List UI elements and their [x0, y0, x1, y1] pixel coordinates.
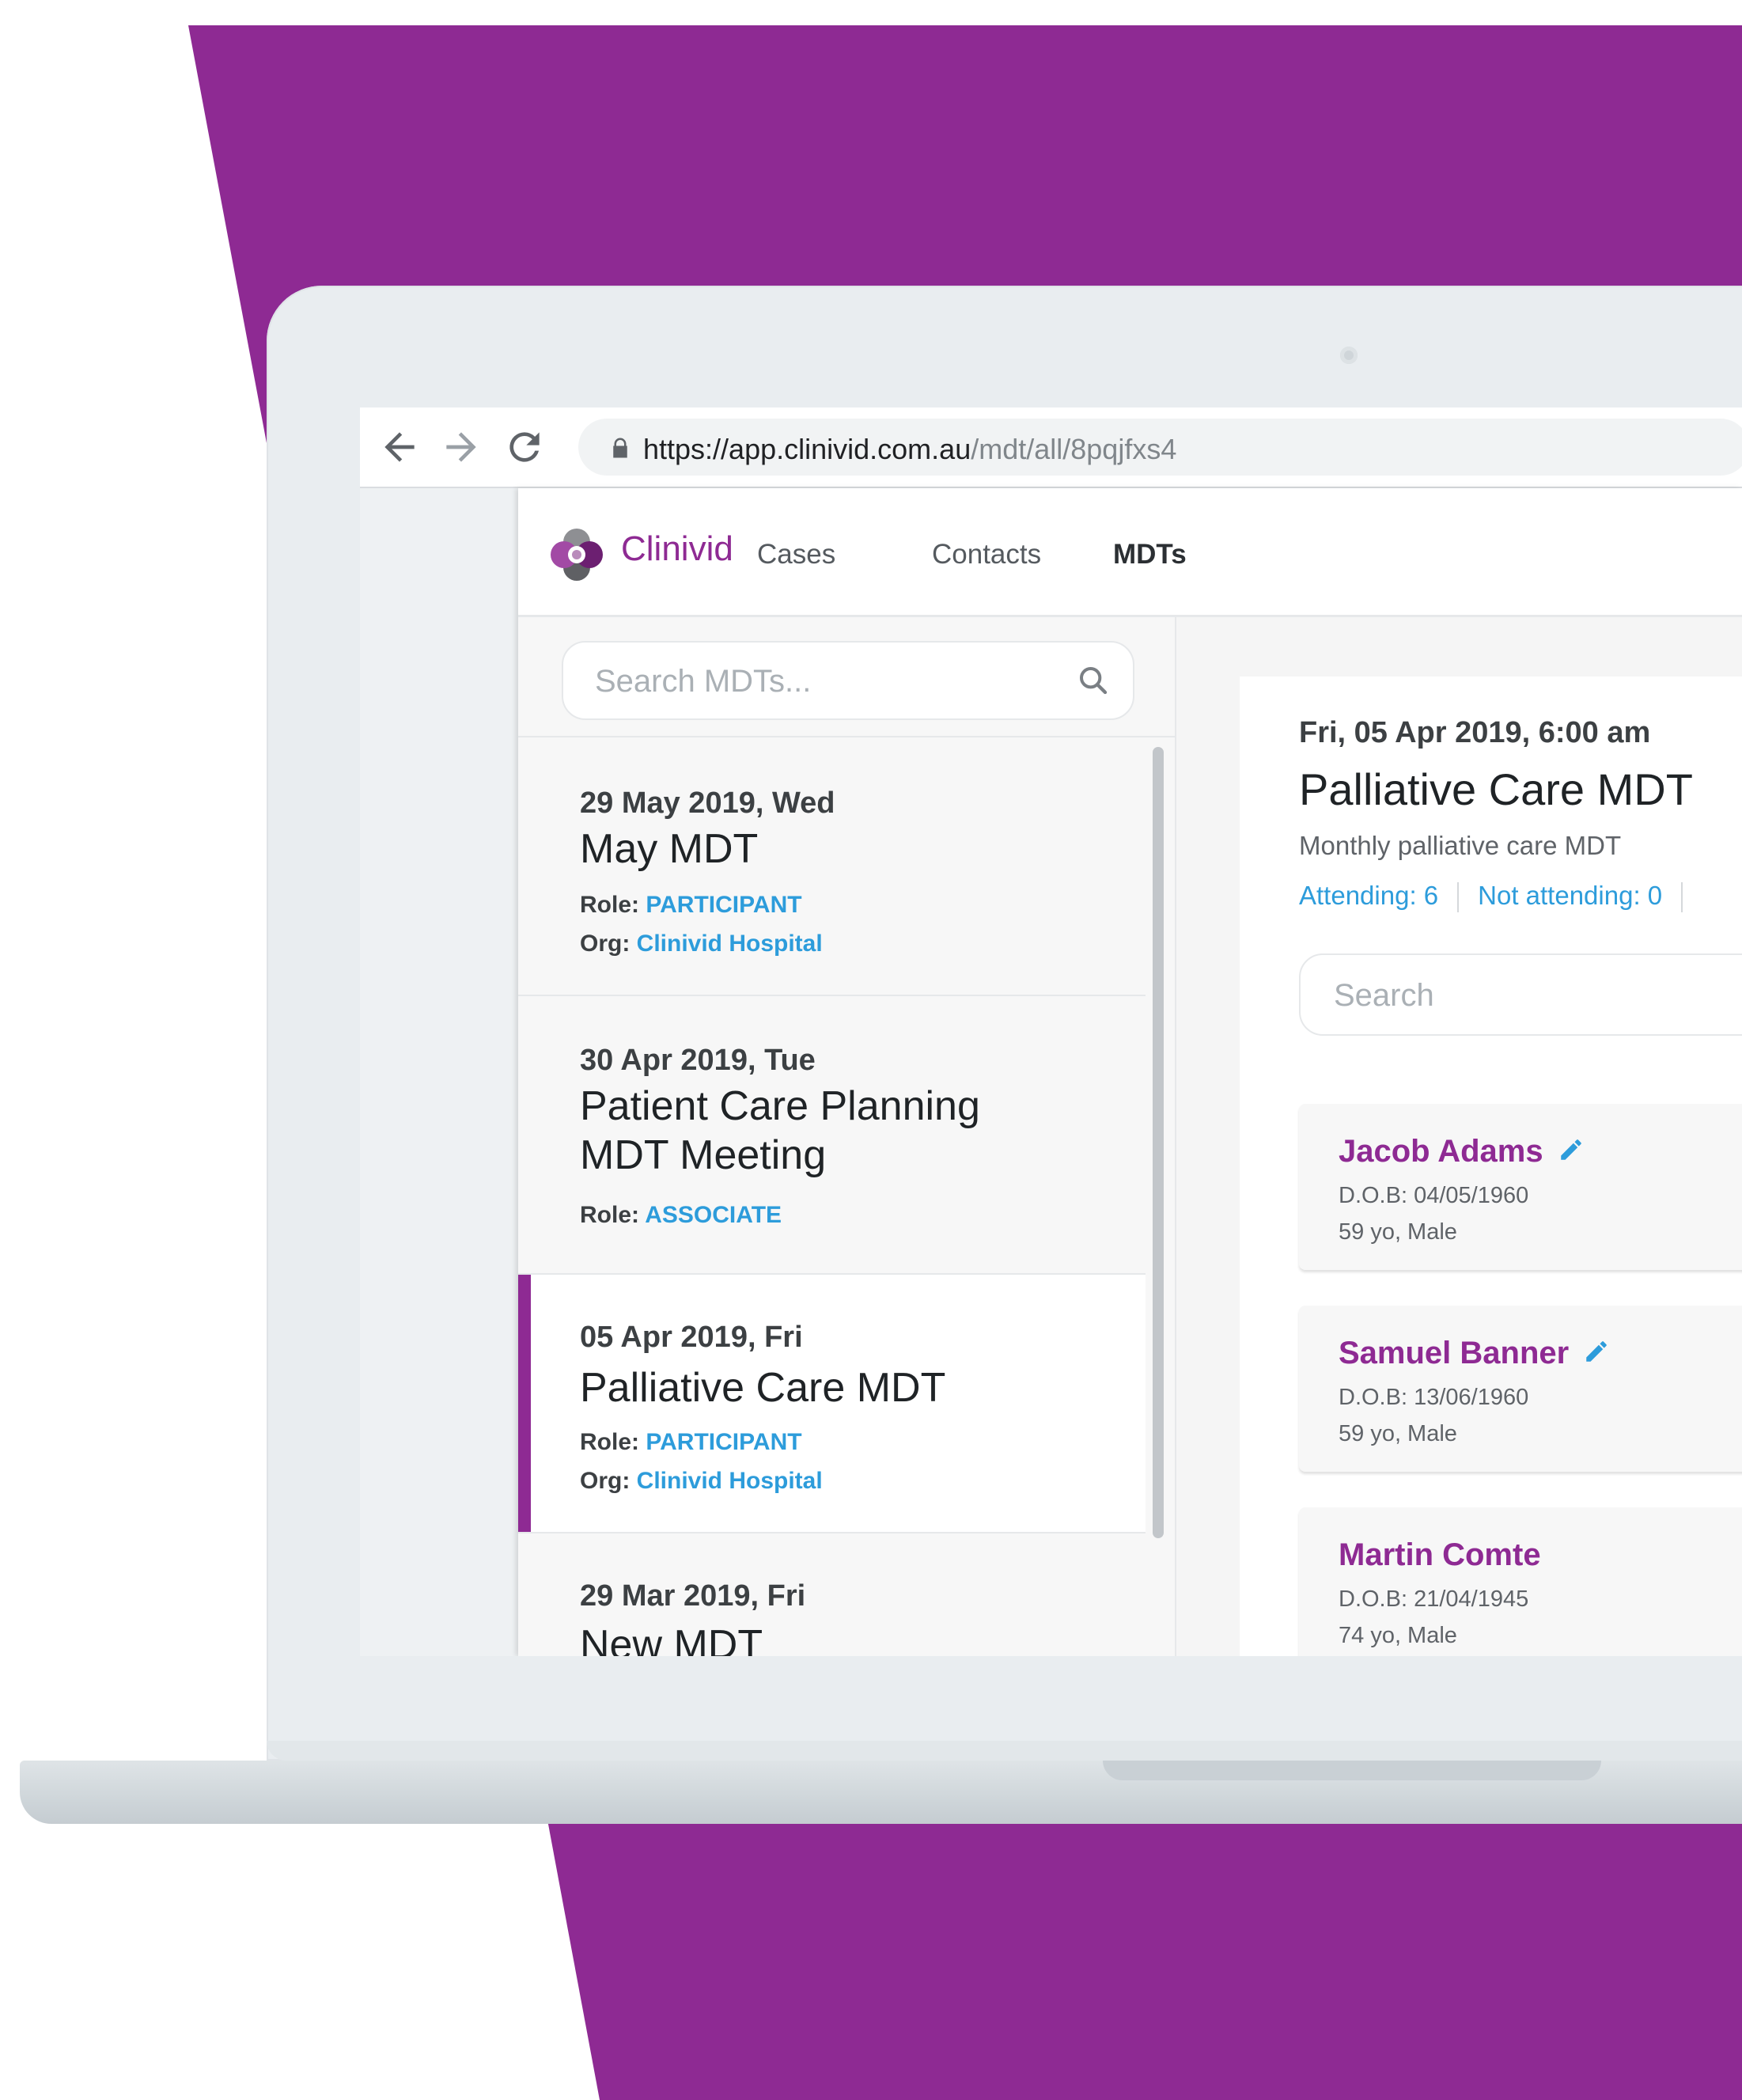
- mdt-title-line2: MDT Meeting: [580, 1132, 827, 1178]
- mdt-org: Org: Clinivid Hospital: [580, 1468, 823, 1495]
- mdt-detail-title: Palliative Care MDT: [1299, 764, 1693, 814]
- patient-age-sex: 59 yo, Male: [1339, 1219, 1457, 1245]
- mdt-date: 29 Mar 2019, Fri: [580, 1579, 806, 1613]
- mdt-date: 30 Apr 2019, Tue: [580, 1044, 816, 1077]
- role-value: PARTICIPANT: [646, 892, 802, 918]
- search-mdts-input[interactable]: Search MDTs...: [562, 641, 1134, 720]
- forward-button[interactable]: [439, 425, 483, 469]
- laptop-lid-bezel: [267, 1741, 1742, 1761]
- patient-name-text[interactable]: Jacob Adams: [1339, 1134, 1543, 1169]
- top-navigation: Clinivid Cases Contacts MDTs: [518, 488, 1742, 617]
- mdt-title: May MDT: [580, 826, 759, 872]
- org-link[interactable]: Clinivid Hospital: [637, 931, 823, 957]
- clinivid-logo-icon[interactable]: [545, 523, 608, 586]
- role-label: Role:: [580, 1429, 639, 1455]
- laptop-base-notch: [1103, 1761, 1601, 1780]
- mdt-list-item[interactable]: 29 May 2019, Wed May MDT Role: PARTICIPA…: [518, 737, 1146, 996]
- patient-age-sex: 74 yo, Male: [1339, 1623, 1457, 1648]
- mdt-description: Monthly palliative care MDT: [1299, 831, 1622, 860]
- patient-dob: D.O.B: 04/05/1960: [1339, 1183, 1529, 1208]
- clinivid-app: Clinivid Cases Contacts MDTs Search MDTs…: [518, 488, 1742, 1656]
- arrow-left-icon: [384, 432, 415, 462]
- patient-name-text[interactable]: Samuel Banner: [1339, 1336, 1569, 1370]
- nav-contacts[interactable]: Contacts: [932, 539, 1041, 570]
- patient-card[interactable]: Jacob Adams D.O.B: 04/05/1960 59 yo, Mal…: [1299, 1104, 1742, 1270]
- mdt-list-item[interactable]: 30 Apr 2019, Tue Patient Care Planning M…: [518, 996, 1146, 1275]
- org-label: Org:: [580, 931, 631, 957]
- mdt-role: Role: ASSOCIATE: [580, 1202, 782, 1229]
- nav-mdts[interactable]: MDTs: [1113, 539, 1187, 570]
- mdt-datetime: Fri, 05 Apr 2019, 6:00 am: [1299, 716, 1651, 749]
- patient-card[interactable]: Samuel Banner D.O.B: 13/06/1960 59 yo, M…: [1299, 1306, 1742, 1472]
- mdt-org: Org: Clinivid Hospital: [580, 931, 823, 957]
- camera-icon: [1340, 347, 1358, 364]
- mdt-role: Role: PARTICIPANT: [580, 1429, 802, 1456]
- role-label: Role:: [580, 892, 639, 918]
- mdt-date: 05 Apr 2019, Fri: [580, 1321, 803, 1354]
- org-link[interactable]: Clinivid Hospital: [637, 1468, 823, 1494]
- url-text: https://app.clinivid.com.au/mdt/all/8pqj…: [643, 433, 1176, 466]
- mdt-date: 29 May 2019, Wed: [580, 787, 835, 820]
- search-mdts-placeholder: Search MDTs...: [595, 664, 812, 699]
- mdt-list-pane: Search MDTs... 29 May 2019, Wed May MDT …: [518, 617, 1176, 1656]
- mdt-list-item-selected[interactable]: 05 Apr 2019, Fri Palliative Care MDT Rol…: [518, 1275, 1146, 1533]
- attendance-stats: Attending: 6 Not attending: 0: [1299, 881, 1702, 913]
- pencil-icon[interactable]: [1558, 1136, 1585, 1163]
- mdt-detail-pane: Fri, 05 Apr 2019, 6:00 am Palliative Car…: [1176, 617, 1742, 1656]
- url-host: https://app.clinivid.com.au: [643, 433, 971, 465]
- patient-dob: D.O.B: 21/04/1945: [1339, 1586, 1529, 1612]
- reload-icon: [509, 432, 540, 462]
- divider: [1681, 882, 1683, 913]
- list-scrollbar[interactable]: [1153, 747, 1164, 1538]
- brand-name[interactable]: Clinivid: [621, 529, 733, 569]
- patient-dob: D.O.B: 13/06/1960: [1339, 1385, 1529, 1410]
- lock-icon: [613, 438, 627, 458]
- url-path: /mdt/all/8pqjfxs4: [971, 433, 1177, 465]
- patient-age-sex: 59 yo, Male: [1339, 1421, 1457, 1446]
- patient-card[interactable]: Martin Comte D.O.B: 21/04/1945 74 yo, Ma…: [1299, 1507, 1742, 1656]
- role-label: Role:: [580, 1202, 639, 1228]
- patient-name-text[interactable]: Martin Comte: [1339, 1537, 1541, 1572]
- patient-name: Martin Comte: [1339, 1537, 1541, 1573]
- reload-button[interactable]: [502, 425, 547, 469]
- browser-window: https://app.clinivid.com.au/mdt/all/8pqj…: [360, 407, 1742, 1656]
- mdt-list: 29 May 2019, Wed May MDT Role: PARTICIPA…: [518, 736, 1175, 1656]
- pencil-icon[interactable]: [1583, 1338, 1610, 1365]
- org-label: Org:: [580, 1468, 631, 1494]
- patient-search-input[interactable]: Search: [1299, 953, 1742, 1036]
- nav-cases[interactable]: Cases: [757, 539, 835, 570]
- mdt-detail-card: Fri, 05 Apr 2019, 6:00 am Palliative Car…: [1240, 677, 1742, 1656]
- patient-search-placeholder: Search: [1334, 978, 1434, 1013]
- page-gutter: [360, 488, 518, 1656]
- divider: [1457, 882, 1460, 913]
- search-icon[interactable]: [1077, 665, 1109, 696]
- mdt-title: New MDT: [580, 1622, 763, 1656]
- arrow-right-icon: [446, 432, 476, 462]
- mdt-list-item[interactable]: 29 Mar 2019, Fri New MDT: [518, 1533, 1146, 1656]
- attending-link[interactable]: Attending: 6: [1299, 881, 1438, 910]
- back-button[interactable]: [377, 425, 422, 469]
- patient-name: Jacob Adams: [1339, 1134, 1585, 1169]
- address-bar[interactable]: https://app.clinivid.com.au/mdt/all/8pqj…: [578, 419, 1742, 476]
- mdt-title: Palliative Care MDT: [580, 1365, 946, 1411]
- not-attending-link[interactable]: Not attending: 0: [1478, 881, 1662, 910]
- mdt-role: Role: PARTICIPANT: [580, 892, 802, 919]
- patient-name: Samuel Banner: [1339, 1336, 1610, 1371]
- mdt-title-line1: Patient Care Planning: [580, 1083, 980, 1129]
- role-value: PARTICIPANT: [646, 1429, 802, 1455]
- role-value: ASSOCIATE: [645, 1202, 782, 1228]
- browser-toolbar: https://app.clinivid.com.au/mdt/all/8pqj…: [360, 407, 1742, 488]
